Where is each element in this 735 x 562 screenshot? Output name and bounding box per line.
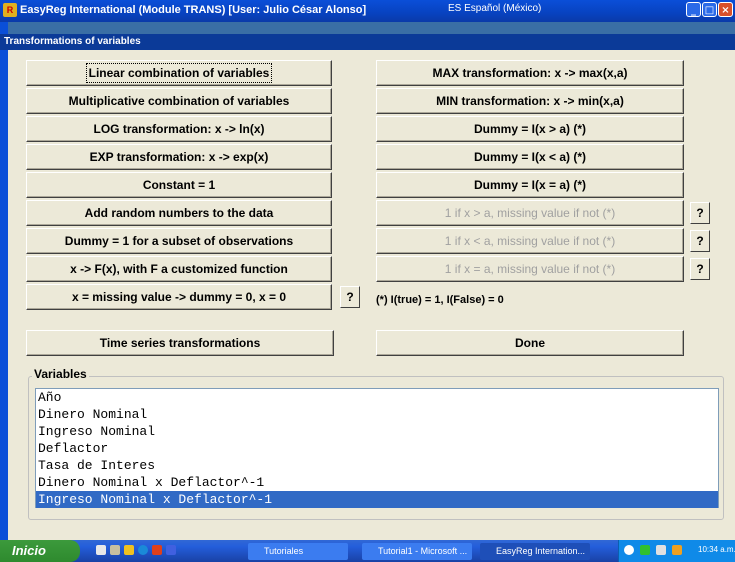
task-tutoriales[interactable]: Tutoriales (248, 543, 348, 560)
min-transformation-button[interactable]: MIN transformation: x -> min(x,a) (376, 88, 684, 114)
task-word[interactable]: Tutorial1 - Microsoft ... (362, 543, 472, 560)
dummy-equal-button[interactable]: Dummy = I(x = a) (*) (376, 172, 684, 198)
close-icon[interactable]: × (718, 2, 733, 17)
missing-greater-button[interactable]: 1 if x > a, missing value if not (*) (376, 200, 684, 226)
multiplicative-combination-button[interactable]: Multiplicative combination of variables (26, 88, 332, 114)
window-title: EasyReg International (Module TRANS) [Us… (20, 4, 367, 16)
dummy-less-button[interactable]: Dummy = I(x < a) (*) (376, 144, 684, 170)
app-icon: R (3, 3, 17, 17)
list-item[interactable]: Dinero Nominal (36, 406, 718, 423)
clock: 10:34 a.m. (698, 545, 735, 554)
log-transformation-button[interactable]: LOG transformation: x -> ln(x) (26, 116, 332, 142)
back-icon[interactable] (624, 545, 634, 555)
desktop-icon[interactable] (110, 545, 120, 555)
list-item-selected[interactable]: Ingreso Nominal x Deflactor^-1 (36, 491, 718, 508)
button-label: Linear combination of variables (85, 63, 273, 83)
dummy-subset-button[interactable]: Dummy = 1 for a subset of observations (26, 228, 332, 254)
app-shortcut-icon[interactable] (166, 545, 176, 555)
missing-less-button[interactable]: 1 if x < a, missing value if not (*) (376, 228, 684, 254)
network-icon[interactable] (640, 545, 650, 555)
start-button[interactable]: Inicio (0, 540, 80, 562)
list-item[interactable]: Tasa de Interes (36, 457, 718, 474)
done-button[interactable]: Done (376, 330, 684, 356)
list-item[interactable]: Año (36, 389, 718, 406)
maximize-icon[interactable]: □ (702, 2, 717, 17)
dialog-title: Transformations of variables (4, 36, 141, 47)
folder-icon[interactable] (124, 545, 134, 555)
linear-combination-button[interactable]: Linear combination of variables (26, 60, 332, 86)
window-frame (0, 22, 8, 540)
quicklaunch-icon[interactable] (96, 545, 106, 555)
missing-value-dummy-button[interactable]: x = missing value -> dummy = 0, x = 0 (26, 284, 332, 310)
language-indicator[interactable]: ES Español (México) (448, 3, 541, 14)
help-button-equal[interactable]: ? (690, 258, 710, 280)
custom-function-button[interactable]: x -> F(x), with F a customized function (26, 256, 332, 282)
missing-equal-button[interactable]: 1 if x = a, missing value if not (*) (376, 256, 684, 282)
list-item[interactable]: Deflactor (36, 440, 718, 457)
add-random-numbers-button[interactable]: Add random numbers to the data (26, 200, 332, 226)
volume-icon[interactable] (656, 545, 666, 555)
browser-icon[interactable] (138, 545, 148, 555)
max-transformation-button[interactable]: MAX transformation: x -> max(x,a) (376, 60, 684, 86)
task-easyreg[interactable]: EasyReg Internation... (480, 543, 590, 560)
minimize-icon[interactable]: _ (686, 2, 701, 17)
exp-transformation-button[interactable]: EXP transformation: x -> exp(x) (26, 144, 332, 170)
dummy-greater-button[interactable]: Dummy = I(x > a) (*) (376, 116, 684, 142)
help-button-greater[interactable]: ? (690, 202, 710, 224)
help-button-less[interactable]: ? (690, 230, 710, 252)
indicator-note: (*) I(true) = 1, I(False) = 0 (376, 294, 504, 306)
help-button-missing-value[interactable]: ? (340, 286, 360, 308)
constant-button[interactable]: Constant = 1 (26, 172, 332, 198)
list-item[interactable]: Ingreso Nominal (36, 423, 718, 440)
variables-list[interactable]: Año Dinero Nominal Ingreso Nominal Defla… (35, 388, 719, 508)
list-item[interactable]: Dinero Nominal x Deflactor^-1 (36, 474, 718, 491)
security-icon[interactable] (672, 545, 682, 555)
variables-label: Variables (32, 367, 89, 381)
media-icon[interactable] (152, 545, 162, 555)
time-series-button[interactable]: Time series transformations (26, 330, 334, 356)
